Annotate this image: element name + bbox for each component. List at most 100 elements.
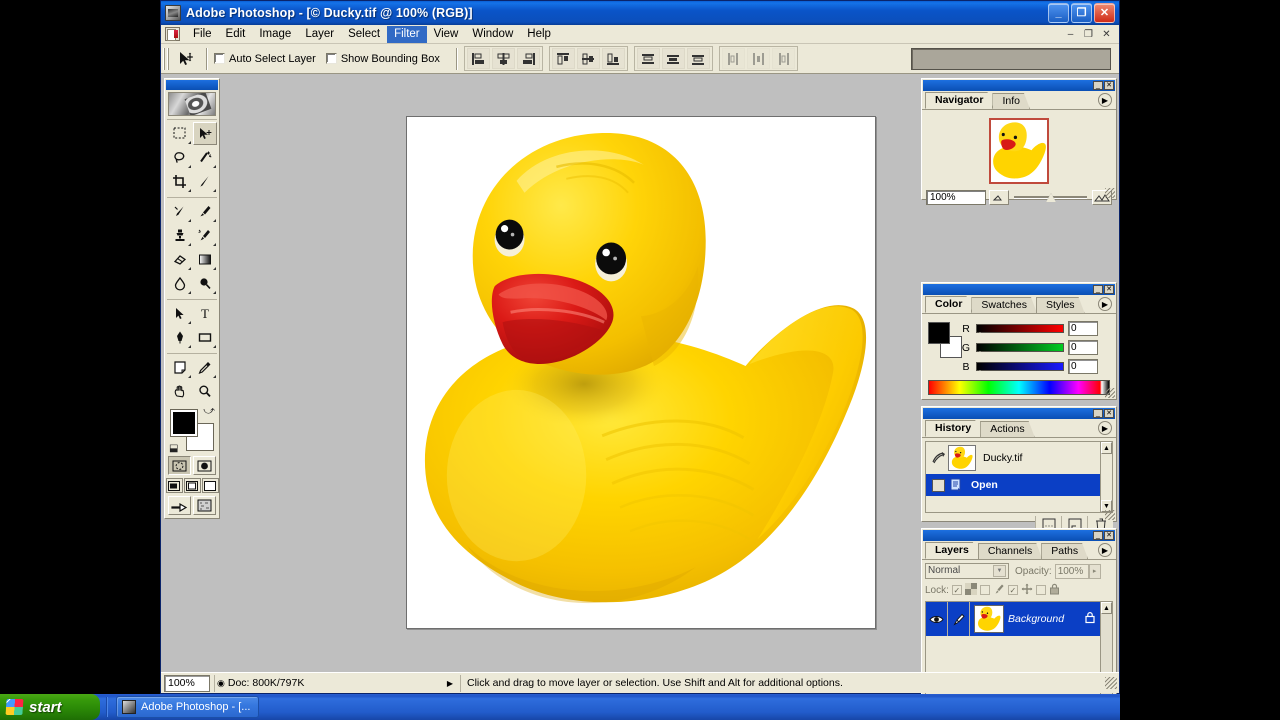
auto-select-layer-checkbox-box[interactable]: [214, 53, 225, 64]
auto-select-layer-checkbox[interactable]: Auto Select Layer: [214, 53, 316, 65]
navigator-zoom-slider[interactable]: [1012, 190, 1089, 205]
clone-stamp-tool[interactable]: [168, 224, 192, 247]
tab-navigator[interactable]: Navigator: [925, 92, 993, 109]
hand-tool[interactable]: [168, 380, 192, 403]
tab-channels[interactable]: Channels: [978, 543, 1042, 559]
eraser-tool[interactable]: [168, 248, 192, 271]
doc-restore-button[interactable]: ❐: [1080, 27, 1097, 42]
lasso-tool[interactable]: [168, 146, 192, 169]
status-zoom-input[interactable]: 100%: [164, 674, 210, 692]
channel-input-b[interactable]: 0: [1068, 359, 1098, 374]
opacity-input[interactable]: 100%: [1054, 563, 1089, 579]
dodge-tool[interactable]: [193, 272, 217, 295]
menu-item-layer[interactable]: Layer: [298, 26, 341, 43]
pen-tool[interactable]: [168, 326, 192, 349]
zoom-out-icon[interactable]: [989, 190, 1009, 205]
document-icon[interactable]: [165, 27, 180, 41]
menu-item-file[interactable]: File: [186, 26, 219, 43]
options-bar-grip[interactable]: [163, 47, 169, 70]
channel-slider-g[interactable]: [976, 342, 1064, 357]
menu-item-view[interactable]: View: [427, 26, 466, 43]
opacity-stepper-icon[interactable]: ▸: [1088, 563, 1101, 579]
imageready-preview-button[interactable]: [193, 496, 216, 515]
channel-knob-g[interactable]: [976, 350, 984, 357]
gradient-tool[interactable]: [193, 248, 217, 271]
magic-wand-tool[interactable]: [193, 146, 217, 169]
align-top-edges-icon[interactable]: [551, 48, 575, 69]
tab-actions[interactable]: Actions: [980, 421, 1034, 437]
layers-scroll-up-icon[interactable]: ▲: [1101, 602, 1112, 614]
chevron-down-icon[interactable]: ▼: [993, 565, 1006, 577]
taskbar-item-photoshop[interactable]: Adobe Photoshop - [...: [116, 696, 260, 718]
menu-item-help[interactable]: Help: [520, 26, 558, 43]
color-minimize-button[interactable]: _: [1093, 285, 1103, 294]
marquee-tool[interactable]: [168, 122, 192, 145]
channel-slider-b[interactable]: [976, 361, 1064, 376]
blend-mode-select[interactable]: Normal ▼: [925, 563, 1009, 579]
channel-input-r[interactable]: 0: [1068, 321, 1098, 336]
history-palette-menu-icon[interactable]: ▶: [1098, 421, 1112, 435]
tab-layers[interactable]: Layers: [925, 542, 979, 559]
color-palette-titlebar[interactable]: _ ✕: [923, 284, 1115, 295]
color-palette-foreground-swatch[interactable]: [928, 322, 950, 344]
navigator-resize-grip[interactable]: [1105, 188, 1115, 198]
tab-color[interactable]: Color: [925, 296, 972, 313]
path-selection-tool[interactable]: [168, 302, 192, 325]
tab-history[interactable]: History: [925, 420, 981, 437]
eye-icon[interactable]: [926, 602, 948, 636]
blur-tool[interactable]: [168, 272, 192, 295]
history-snapshot-row[interactable]: Ducky.tif: [926, 442, 1112, 474]
move-tool[interactable]: [192, 122, 217, 145]
full-screen-mode-button[interactable]: [201, 478, 219, 493]
color-spectrum-ramp[interactable]: [928, 380, 1110, 395]
tab-styles[interactable]: Styles: [1036, 297, 1085, 313]
zoom-tool[interactable]: [193, 380, 217, 403]
navigator-zoom-slider-knob[interactable]: [1045, 193, 1056, 202]
history-minimize-button[interactable]: _: [1093, 409, 1103, 418]
lock-all-checkbox[interactable]: [1035, 585, 1046, 595]
brush-tool[interactable]: [193, 200, 217, 223]
layer-name[interactable]: Background: [1008, 613, 1084, 625]
palette-well[interactable]: [911, 48, 1111, 70]
menu-item-image[interactable]: Image: [252, 26, 298, 43]
eyedropper-tool[interactable]: [193, 356, 217, 379]
distribute-top-icon[interactable]: [636, 48, 660, 69]
navigator-close-button[interactable]: ✕: [1104, 81, 1114, 90]
doc-minimize-button[interactable]: –: [1062, 27, 1079, 42]
history-resize-grip[interactable]: [1105, 510, 1115, 520]
distribute-vertical-center-icon[interactable]: [661, 48, 685, 69]
lock-image-pixels-checkbox[interactable]: [979, 585, 990, 595]
distribute-left-icon[interactable]: [721, 48, 745, 69]
rectangle-tool[interactable]: [193, 326, 217, 349]
navigator-thumbnail[interactable]: [989, 118, 1049, 184]
history-state-source-toggle[interactable]: [928, 478, 948, 492]
layers-palette-titlebar[interactable]: _ ✕: [923, 530, 1115, 541]
align-left-edges-icon[interactable]: [466, 48, 490, 69]
healing-brush-tool[interactable]: [168, 200, 192, 223]
align-horizontal-centers-icon[interactable]: [491, 48, 515, 69]
show-bounding-box-checkbox-box[interactable]: [325, 53, 337, 64]
brush-icon[interactable]: [948, 602, 970, 636]
foreground-color-swatch[interactable]: [170, 409, 198, 437]
toolbox-titlebar[interactable]: [166, 80, 218, 90]
window-resize-grip[interactable]: [1105, 677, 1117, 689]
start-button[interactable]: start: [0, 694, 100, 720]
standard-screen-mode-button[interactable]: [165, 478, 183, 493]
tab-paths[interactable]: Paths: [1041, 543, 1088, 559]
color-resize-grip[interactable]: [1105, 388, 1115, 398]
default-colors-icon[interactable]: ⬓: [169, 443, 178, 454]
document-canvas[interactable]: [406, 116, 876, 629]
history-brush-tool[interactable]: [193, 224, 217, 247]
standard-mode-button[interactable]: [168, 456, 191, 475]
channel-knob-r[interactable]: [976, 331, 984, 338]
jump-to-imageready-button[interactable]: [168, 496, 191, 515]
channel-knob-b[interactable]: [976, 369, 984, 376]
navigator-minimize-button[interactable]: _: [1093, 81, 1103, 90]
history-state-list[interactable]: Ducky.tif Open ▲ ▼: [925, 441, 1113, 513]
quick-mask-mode-button[interactable]: [193, 456, 216, 475]
layers-close-button[interactable]: ✕: [1104, 531, 1114, 540]
navigator-thumbnail-area[interactable]: [926, 116, 1112, 186]
window-titlebar[interactable]: Adobe Photoshop - [© Ducky.tif @ 100% (R…: [161, 1, 1119, 25]
navigator-zoom-input[interactable]: 100%: [926, 190, 986, 205]
channel-slider-r[interactable]: [976, 323, 1064, 338]
